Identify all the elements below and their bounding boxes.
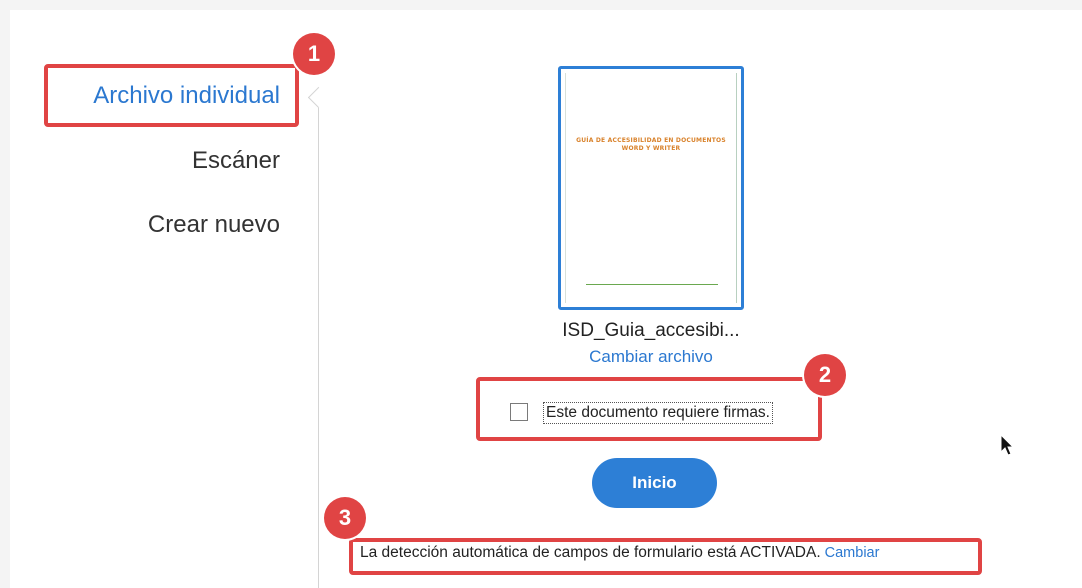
step-badge-3: 3 <box>324 497 366 539</box>
step-badge-2: 2 <box>804 354 846 396</box>
highlight-box-2 <box>476 377 822 441</box>
document-preview-title: GUÍA DE ACCESIBILIDAD EN DOCUMENTOS WORD… <box>576 137 726 152</box>
step-badge-1: 1 <box>293 33 335 75</box>
start-button[interactable]: Inicio <box>592 458 717 508</box>
selection-notch <box>307 86 330 109</box>
highlight-box-3 <box>349 538 982 575</box>
mouse-pointer-icon <box>1000 434 1015 456</box>
document-thumbnail[interactable]: GUÍA DE ACCESIBILIDAD EN DOCUMENTOS WORD… <box>558 66 744 310</box>
document-page: GUÍA DE ACCESIBILIDAD EN DOCUMENTOS WORD… <box>565 73 737 303</box>
highlight-box-1 <box>44 64 299 127</box>
top-band <box>0 0 1082 10</box>
sidebar-divider <box>318 108 319 588</box>
sidebar-item-escaner[interactable]: Escáner <box>192 147 280 175</box>
document-footer-line <box>586 284 718 285</box>
file-name: ISD_Guia_accesibi... <box>562 320 740 341</box>
left-band <box>0 10 10 588</box>
change-file-link[interactable]: Cambiar archivo <box>541 347 761 367</box>
sidebar-item-crear-nuevo[interactable]: Crear nuevo <box>148 211 280 239</box>
